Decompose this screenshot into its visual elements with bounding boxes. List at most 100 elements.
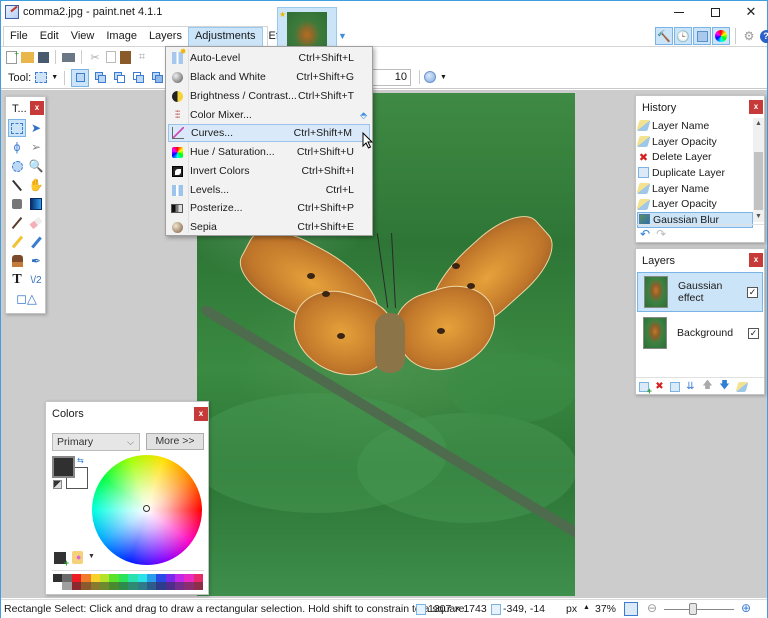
- history-window-toggle[interactable]: 🕒: [674, 27, 692, 45]
- palette-swatch[interactable]: [118, 582, 129, 590]
- settings-button[interactable]: ⚙: [741, 27, 757, 45]
- menu-item-curves[interactable]: Curves... Ctrl+Shift+M: [168, 124, 370, 142]
- zoom-out-icon[interactable]: ⊖: [647, 601, 657, 615]
- antialiasing-toggle[interactable]: ▼: [419, 70, 447, 84]
- reset-colors-icon[interactable]: [53, 480, 62, 489]
- layers-panel-close-button[interactable]: x: [749, 253, 763, 267]
- palette-swatch[interactable]: [71, 582, 82, 590]
- layers-window-toggle[interactable]: [693, 27, 711, 45]
- add-layer-icon[interactable]: +: [639, 381, 652, 396]
- selection-mode-intersect[interactable]: [131, 70, 146, 85]
- tool-line-curve[interactable]: \/2: [27, 271, 45, 289]
- tools-window-toggle[interactable]: 🔨: [655, 27, 673, 45]
- history-item[interactable]: Duplicate Layer: [637, 165, 753, 181]
- menu-image[interactable]: Image: [100, 27, 143, 47]
- layer-visibility-checkbox[interactable]: ✓: [748, 327, 759, 339]
- minimize-button[interactable]: [661, 1, 697, 23]
- save-icon[interactable]: [38, 51, 49, 63]
- palette-swatch[interactable]: [175, 574, 185, 582]
- palette-swatch[interactable]: [165, 574, 176, 582]
- palette-swatch[interactable]: [62, 582, 72, 590]
- palette-swatch[interactable]: [99, 582, 110, 590]
- selection-mode-replace[interactable]: [71, 68, 90, 87]
- palette-swatch[interactable]: [109, 574, 119, 582]
- layer-visibility-checkbox[interactable]: ✓: [747, 286, 758, 298]
- tool-eraser[interactable]: [27, 214, 45, 232]
- more-colors-button[interactable]: More >>: [146, 433, 204, 450]
- palette-swatch[interactable]: [99, 574, 110, 582]
- tool-text[interactable]: T: [8, 271, 26, 289]
- primary-color-swatch[interactable]: [52, 456, 75, 478]
- scroll-down-icon[interactable]: ▼: [753, 213, 764, 220]
- tool-ellipse-select[interactable]: [8, 157, 26, 175]
- tool-shapes[interactable]: ◻△: [8, 290, 45, 308]
- selection-mode-exclude[interactable]: [112, 70, 127, 85]
- menu-item-hue-saturation[interactable]: Hue / Saturation... Ctrl+Shift+U: [168, 143, 370, 161]
- palette-swatch[interactable]: [165, 582, 176, 590]
- history-item[interactable]: Layer Name: [636, 118, 753, 134]
- palette-swatch[interactable]: [81, 574, 91, 582]
- palette-swatch[interactable]: [175, 582, 185, 590]
- tool-lasso-select[interactable]: ϕ: [8, 138, 26, 156]
- tool-move-selected[interactable]: ➤: [27, 119, 45, 137]
- close-button[interactable]: ✕: [733, 1, 768, 23]
- palette-swatch[interactable]: [118, 574, 129, 582]
- palette-swatch[interactable]: [193, 582, 204, 590]
- scroll-up-icon[interactable]: ▲: [753, 120, 764, 127]
- open-file-icon[interactable]: [21, 51, 34, 63]
- copy-icon[interactable]: [106, 51, 116, 63]
- colors-window-toggle[interactable]: [712, 27, 730, 45]
- menu-item-black-and-white[interactable]: Black and White Ctrl+Shift+G: [168, 68, 370, 86]
- zoom-to-window-icon[interactable]: [624, 602, 638, 616]
- scrollbar-thumb[interactable]: [754, 152, 763, 210]
- tool-recolor[interactable]: ✒: [27, 252, 45, 270]
- crop-icon[interactable]: ⌗: [135, 50, 149, 64]
- palette-menu-icon[interactable]: [72, 551, 83, 564]
- history-item[interactable]: Layer Opacity: [636, 134, 753, 150]
- menu-item-levels[interactable]: Levels... Ctrl+L: [168, 181, 370, 199]
- palette-swatch[interactable]: [137, 582, 147, 590]
- zoom-slider-track[interactable]: [664, 609, 734, 610]
- palette-swatch[interactable]: [90, 574, 100, 582]
- palette-swatch[interactable]: [193, 574, 204, 582]
- tool-dropdown-icon[interactable]: ▼: [51, 74, 58, 81]
- menu-item-auto-level[interactable]: Auto-Level Ctrl+Shift+L: [168, 47, 370, 67]
- palette-swatch[interactable]: [184, 574, 194, 582]
- menu-item-invert-colors[interactable]: Invert Colors Ctrl+Shift+I: [168, 162, 370, 180]
- menu-edit[interactable]: Edit: [34, 27, 65, 47]
- tool-rectangle-select[interactable]: [8, 119, 26, 137]
- undo-icon[interactable]: ↶: [640, 227, 650, 241]
- layer-row-gaussian-effect[interactable]: Gaussian effect ✓: [637, 272, 763, 312]
- menu-view[interactable]: View: [65, 27, 101, 47]
- menu-file[interactable]: File: [4, 27, 34, 47]
- move-layer-up-icon[interactable]: 🡅: [701, 380, 714, 393]
- swap-colors-icon[interactable]: ⇆: [77, 456, 84, 465]
- tool-move-selection[interactable]: ➢: [27, 138, 45, 156]
- selection-mode-union[interactable]: [93, 70, 108, 85]
- palette-swatch[interactable]: [128, 582, 138, 590]
- menu-item-sepia[interactable]: Sepia Ctrl+Shift+E: [168, 218, 370, 236]
- tool-paint-bucket[interactable]: [8, 195, 26, 213]
- palette-swatch[interactable]: [137, 574, 147, 582]
- palette-swatch[interactable]: [81, 582, 91, 590]
- move-layer-down-icon[interactable]: 🡇: [718, 380, 731, 393]
- palette-swatch[interactable]: [146, 582, 157, 590]
- print-icon[interactable]: [62, 52, 75, 62]
- merge-layer-down-icon[interactable]: ⇊: [684, 380, 697, 393]
- palette-swatch[interactable]: [156, 574, 166, 582]
- menu-layers[interactable]: Layers: [143, 27, 188, 47]
- new-file-icon[interactable]: +: [6, 49, 19, 64]
- menu-adjustments[interactable]: Adjustments: [187, 27, 263, 47]
- tool-paintbrush[interactable]: [8, 214, 26, 232]
- help-button[interactable]: ?: [758, 27, 768, 45]
- tool-gradient[interactable]: [27, 195, 45, 213]
- units-dropdown-icon[interactable]: ▲: [583, 604, 590, 611]
- palette-dropdown-icon[interactable]: ▼: [88, 553, 95, 560]
- zoom-slider-thumb[interactable]: [689, 603, 698, 615]
- delete-layer-icon[interactable]: ✖: [653, 380, 666, 393]
- zoom-in-icon[interactable]: ⊕: [741, 601, 751, 615]
- rectangle-select-tool-icon[interactable]: [35, 72, 48, 83]
- menu-item-brightness-contrast[interactable]: Brightness / Contrast... Ctrl+Shift+T: [168, 87, 370, 105]
- palette-swatch[interactable]: [109, 582, 119, 590]
- palette-swatch[interactable]: [128, 574, 138, 582]
